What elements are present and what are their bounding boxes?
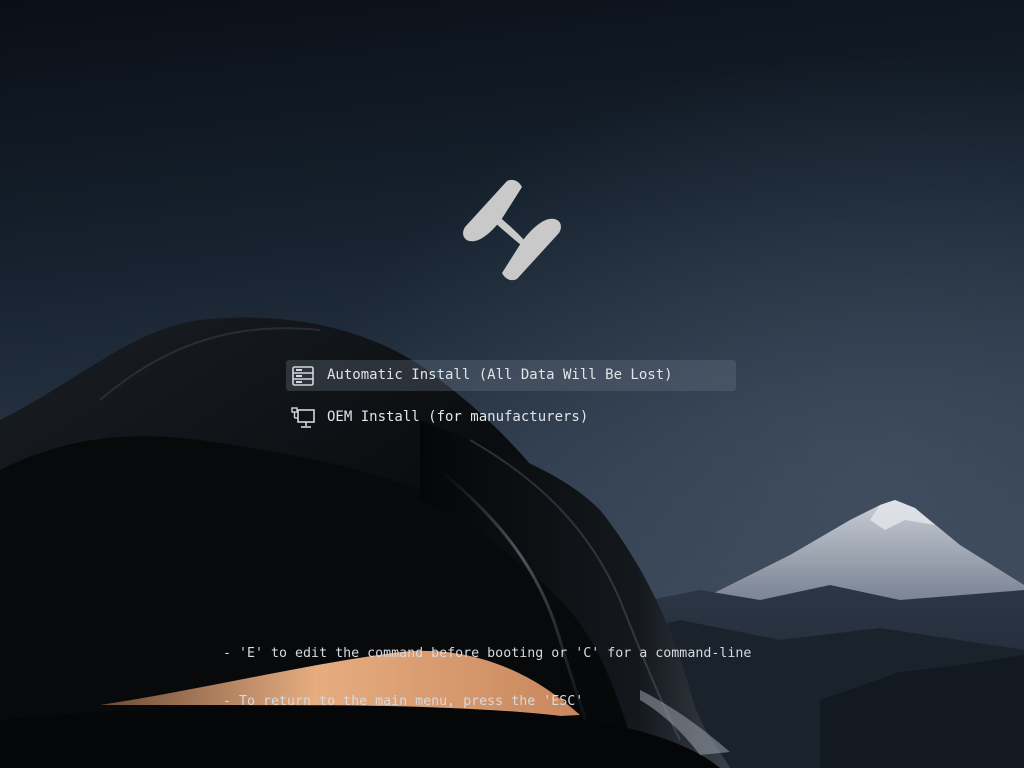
distro-logo-icon: [463, 179, 561, 281]
menu-item-oem-install[interactable]: OEM Install (for manufacturers): [286, 402, 736, 433]
menu-item-label: Automatic Install (All Data Will Be Lost…: [327, 367, 673, 383]
menu-item-label: OEM Install (for manufacturers): [327, 409, 589, 425]
help-line-esc: - To return to the main menu, press the …: [223, 694, 584, 709]
drive-icon: [292, 366, 314, 386]
computer-network-icon: [291, 407, 315, 428]
menu-item-automatic-install[interactable]: Automatic Install (All Data Will Be Lost…: [286, 360, 736, 391]
boot-screen: Automatic Install (All Data Will Be Lost…: [0, 0, 1024, 768]
help-line-edit: - 'E' to edit the command before booting…: [223, 646, 752, 661]
help-text: - 'E' to edit the command before booting…: [223, 614, 751, 742]
